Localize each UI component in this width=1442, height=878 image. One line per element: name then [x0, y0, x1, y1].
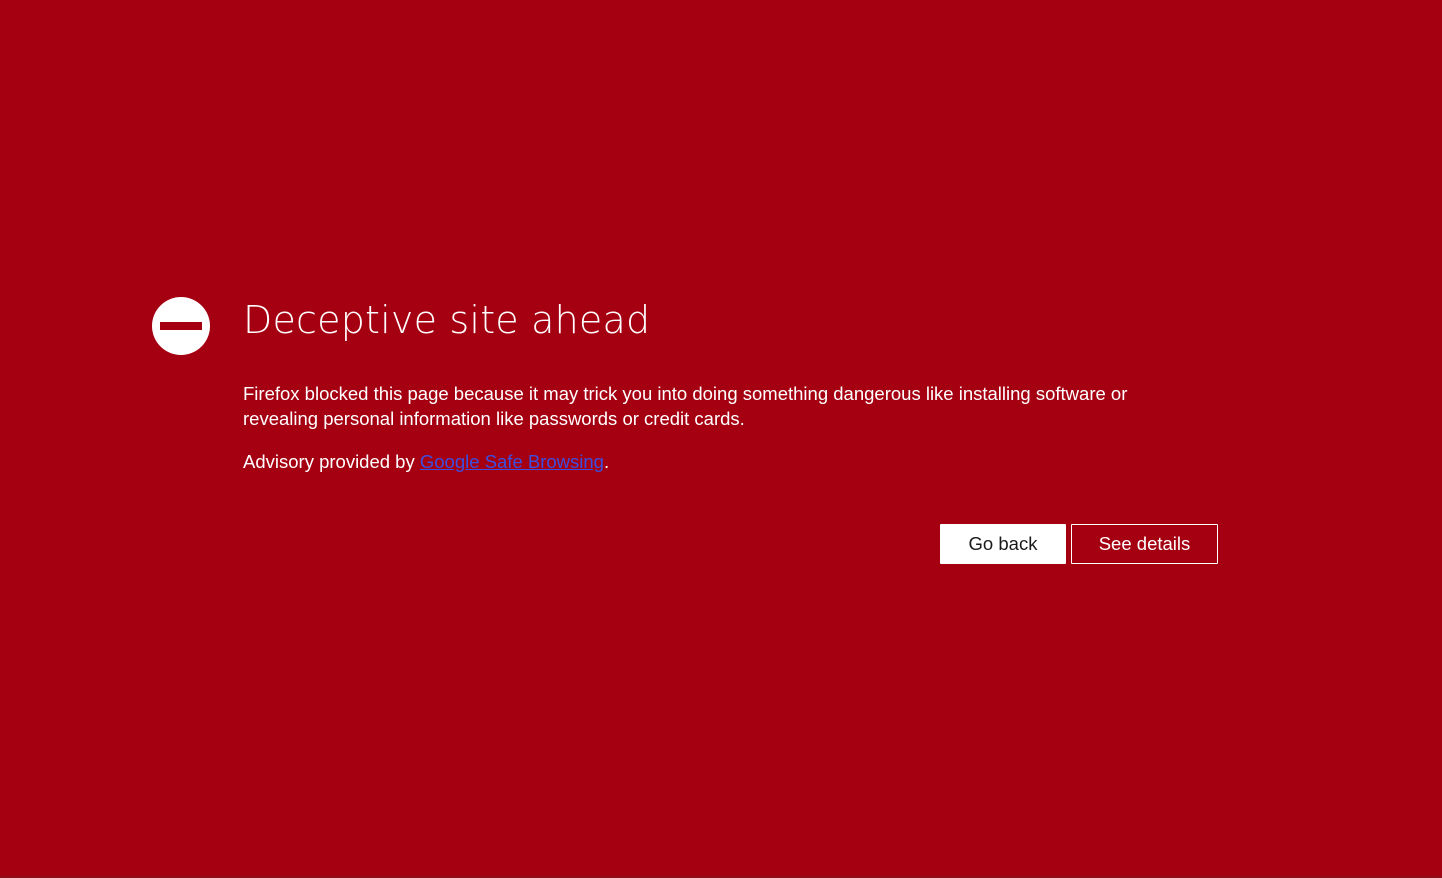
warning-description: Firefox blocked this page because it may… [243, 383, 1128, 429]
advisory-prefix: Advisory provided by [243, 451, 420, 472]
blocked-icon [152, 297, 210, 355]
google-safe-browsing-link[interactable]: Google Safe Browsing [420, 451, 604, 472]
see-details-button[interactable]: See details [1071, 524, 1218, 564]
advisory-suffix: . [603, 451, 610, 472]
go-back-button[interactable]: Go back [940, 524, 1066, 564]
deceptive-site-warning: Deceptive site ahead Firefox blocked thi… [0, 0, 1442, 878]
advisory-text: Advisory provided by Google Safe Browsin… [243, 449, 609, 474]
page-title: Deceptive site ahead [243, 298, 651, 342]
